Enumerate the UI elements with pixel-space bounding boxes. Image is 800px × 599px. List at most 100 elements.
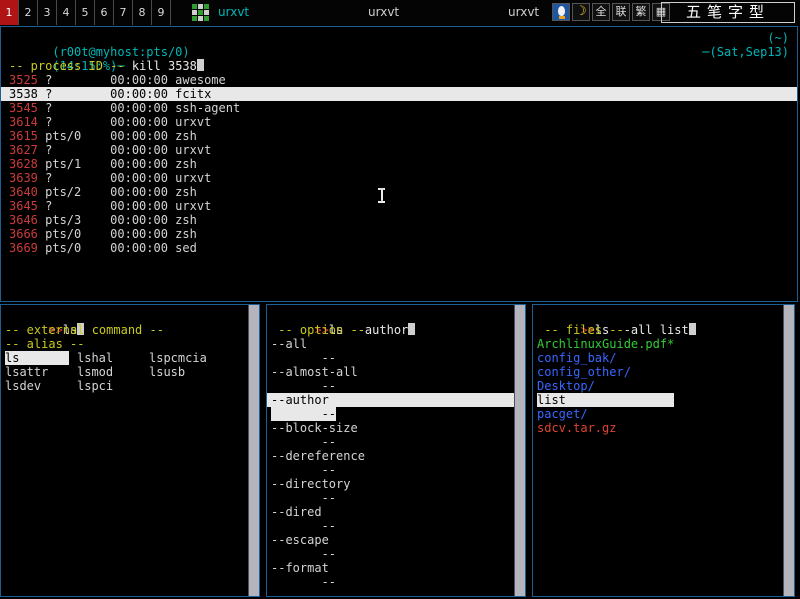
option-description-line: -- [267, 351, 525, 365]
tasklist-item[interactable]: urxvt [218, 0, 249, 25]
completion-row: lslshallspcmcia [1, 351, 259, 365]
main-terminal-window[interactable]: (r00t@myhost:pts/0) (~) (14:15:%)─ kill … [0, 26, 798, 302]
completion-item: ls [5, 351, 77, 365]
process-row: 3525 ? 00:00:00 awesome [1, 73, 797, 87]
option-list: --all ----almost-all ----author ----bloc… [267, 337, 525, 589]
association-icon[interactable]: 联 [612, 3, 630, 21]
fcitx-logo-icon[interactable] [552, 3, 570, 21]
process-pid: 3666 [9, 227, 38, 241]
option-description-line: -- [267, 379, 525, 393]
file-item-label: Desktop/ [537, 379, 595, 393]
process-info: pts/2 00:00:00 zsh [38, 185, 197, 199]
process-info: pts/1 00:00:00 zsh [38, 157, 197, 171]
option-item: --escape [267, 533, 525, 547]
scrollbar[interactable] [514, 305, 525, 596]
tasklist-item[interactable]: urxvt [368, 0, 399, 25]
file-item-label: config_bak/ [537, 351, 616, 365]
command-line: >>ls --author [267, 309, 525, 323]
completion-item-label: lsattr [5, 365, 48, 379]
completion-item: lsdev [5, 379, 77, 393]
prompt-line-1: (r00t@myhost:pts/0) (~) [1, 31, 797, 45]
process-row: 3628 pts/1 00:00:00 zsh [1, 157, 797, 171]
system-tray: ☽ 全 联 繁 ▦ [552, 3, 670, 21]
completion-item: lsusb [149, 365, 221, 379]
process-info: ? 00:00:00 urxvt [38, 143, 211, 157]
option-item: --almost-all [267, 365, 525, 379]
desktop-screen: 123456789 urxvturxvturxvt ☽ 全 联 繁 ▦ 五笔字型… [0, 0, 800, 599]
file-item: config_other/ [533, 365, 794, 379]
process-pid: 3669 [9, 241, 38, 255]
option-item: --dired [267, 505, 525, 519]
process-row: 3666 pts/0 00:00:00 zsh [1, 227, 797, 241]
process-info: pts/0 00:00:00 zsh [38, 227, 197, 241]
process-row: 3669 pts/0 00:00:00 sed [1, 241, 797, 255]
process-pid: 3628 [9, 157, 38, 171]
top-bar: 123456789 urxvturxvturxvt ☽ 全 联 繁 ▦ 五笔字型 [0, 0, 800, 25]
option-description-line: -- [267, 435, 525, 449]
option-item: --author [267, 393, 525, 407]
option-item: --dereference [267, 449, 525, 463]
tasklist-item[interactable]: urxvt [508, 0, 539, 25]
scrollbar[interactable] [248, 305, 259, 596]
completion-item-label: ls [5, 351, 69, 365]
option-item: --all [267, 337, 525, 351]
completion-group-header: -- process ID -- [1, 59, 797, 73]
process-pid: 3545 [9, 101, 38, 115]
completion-item-label: lspci [77, 379, 113, 393]
process-pid: 3614 [9, 115, 38, 129]
completion-item-label: lshal [77, 351, 113, 365]
option-description-line: -- [267, 519, 525, 533]
file-item-label: list [537, 393, 674, 407]
process-row: 3545 ? 00:00:00 ssh-agent [1, 101, 797, 115]
file-item: sdcv.tar.gz [533, 421, 794, 435]
file-item: list [533, 393, 794, 407]
option-item: --directory [267, 477, 525, 491]
left-terminal-window[interactable]: >>ls -- external command -- -- alias -- … [0, 304, 260, 597]
process-pid: 3627 [9, 143, 38, 157]
process-info: ? 00:00:00 ssh-agent [38, 101, 240, 115]
option-description: -- [271, 491, 336, 505]
completion-item: lshal [77, 351, 149, 365]
file-item-label: pacget/ [537, 407, 588, 421]
process-row: 3646 pts/3 00:00:00 zsh [1, 213, 797, 227]
completion-item: lsmod [77, 365, 149, 379]
process-info: pts/0 00:00:00 sed [38, 241, 197, 255]
completion-item: lspci [77, 379, 149, 393]
completion-item-label: lsusb [149, 365, 185, 379]
command-line: >>ls [1, 309, 259, 323]
input-method-indicator[interactable]: 五笔字型 [661, 2, 795, 23]
traditional-chinese-icon[interactable]: 繁 [632, 3, 650, 21]
file-item: ArchlinuxGuide.pdf* [533, 337, 794, 351]
process-pid: 3640 [9, 185, 38, 199]
middle-terminal-window[interactable]: >>ls --author -- option -- --all ----alm… [266, 304, 526, 597]
fullwidth-icon[interactable]: 全 [592, 3, 610, 21]
scrollbar[interactable] [783, 305, 794, 596]
file-item: pacget/ [533, 407, 794, 421]
file-item-label: sdcv.tar.gz [537, 421, 616, 435]
completion-item-label: lsdev [5, 379, 41, 393]
process-row: 3645 ? 00:00:00 urxvt [1, 199, 797, 213]
command-line: >>ls --all list [533, 309, 794, 323]
completion-group-header: -- alias -- [1, 337, 259, 351]
completion-group-header: -- external command -- [1, 323, 259, 337]
process-info: ? 00:00:00 awesome [38, 73, 226, 87]
completion-row: lsattr lsmodlsusb [1, 365, 259, 379]
halfwidth-moon-icon[interactable]: ☽ [572, 3, 590, 21]
process-info: ? 00:00:00 urxvt [38, 171, 211, 185]
process-list: 3525 ? 00:00:00 awesome3538 ? 00:00:00 f… [1, 73, 797, 255]
prompt-date: ─(Sat,Sep13) [702, 45, 789, 59]
option-description-line: -- [267, 463, 525, 477]
right-terminal-window[interactable]: >>ls --all list -- files -- ArchlinuxGui… [532, 304, 795, 597]
process-row: 3538 ? 00:00:00 fcitx [1, 87, 797, 101]
process-pid: 3646 [9, 213, 38, 227]
option-item: --block-size [267, 421, 525, 435]
file-item: config_bak/ [533, 351, 794, 365]
process-row: 3639 ? 00:00:00 urxvt [1, 171, 797, 185]
process-info: ? 00:00:00 urxvt [38, 199, 211, 213]
process-pid: 3645 [9, 199, 38, 213]
process-info: ? 00:00:00 urxvt [38, 115, 211, 129]
option-item: --format [267, 561, 525, 575]
option-description: -- [271, 547, 336, 561]
process-row: 3615 pts/0 00:00:00 zsh [1, 129, 797, 143]
option-description-line: -- [267, 575, 525, 589]
